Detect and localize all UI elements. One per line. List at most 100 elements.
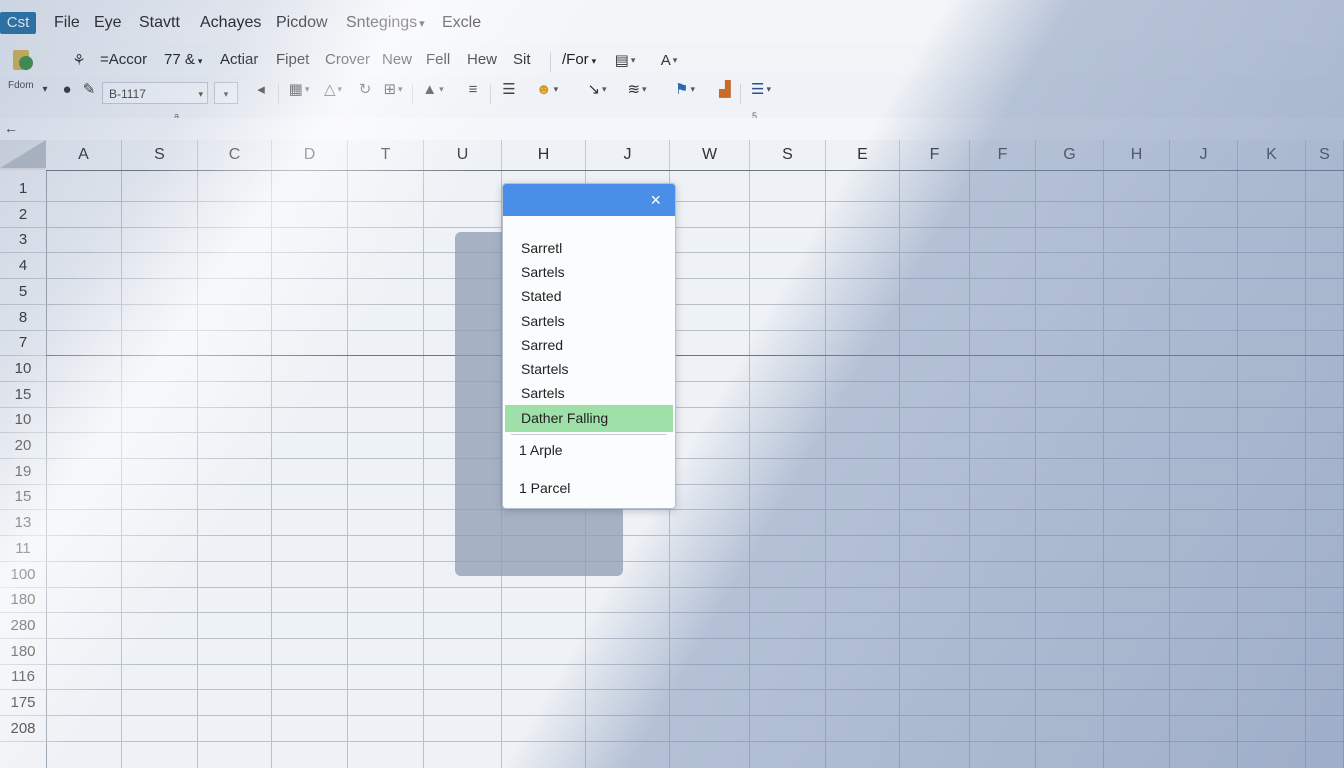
column-header[interactable]: S <box>1306 140 1344 170</box>
row-header[interactable]: 4 <box>0 253 46 279</box>
column-header[interactable]: W <box>670 140 750 170</box>
row-header[interactable]: 116 <box>0 664 46 690</box>
tb-crover[interactable]: Crover <box>325 50 370 70</box>
popup-item[interactable]: Stated <box>505 284 673 308</box>
column-header[interactable]: T <box>348 140 424 170</box>
row-header[interactable]: 20 <box>0 433 46 459</box>
fill-color-icon[interactable]: △ ▾ <box>320 78 346 100</box>
row-header[interactable]: 100 <box>0 562 46 588</box>
grid-line <box>197 170 198 768</box>
format-table-icon[interactable]: ▤ ▾ <box>612 49 638 71</box>
menu-excle[interactable]: Excle <box>442 12 481 34</box>
tb-fell[interactable]: Fell <box>426 50 450 70</box>
column-header[interactable]: G <box>1036 140 1104 170</box>
tb-new[interactable]: New <box>382 50 412 70</box>
row-header[interactable]: 8 <box>0 305 46 331</box>
column-header[interactable]: S <box>750 140 826 170</box>
menu-file[interactable]: File <box>54 12 80 34</box>
undo-icon[interactable]: ◂ <box>248 78 274 100</box>
popup-item[interactable]: Sartels <box>505 260 673 284</box>
column-header[interactable]: J <box>1170 140 1238 170</box>
column-header[interactable]: H <box>1104 140 1170 170</box>
row-header[interactable]: 10 <box>0 407 46 433</box>
font-a-icon[interactable]: A ▾ <box>656 49 682 71</box>
menu-eye[interactable]: Eye <box>94 12 122 34</box>
row-header[interactable]: 3 <box>0 227 46 253</box>
app-badge[interactable]: Cst <box>0 12 36 34</box>
menu-picdow[interactable]: Picdow <box>276 12 328 34</box>
popup-item-selected[interactable]: Dather Falling <box>505 405 673 432</box>
column-header[interactable]: F <box>970 140 1036 170</box>
column-header[interactable]: F <box>900 140 970 170</box>
column-header[interactable]: C <box>198 140 272 170</box>
cell-style-icon[interactable]: ⊞ ▾ <box>380 78 406 100</box>
grid-line <box>46 561 1344 562</box>
tb-small-label: Fdom <box>8 80 34 91</box>
row-header[interactable]: 15 <box>0 382 46 408</box>
row-header[interactable]: 15 <box>0 484 46 510</box>
grid-line <box>46 381 1344 382</box>
cell-grid[interactable] <box>46 170 1344 768</box>
menu-stavtt[interactable]: Stavtt <box>139 12 180 34</box>
column-header[interactable]: D <box>272 140 348 170</box>
select-all-corner[interactable] <box>0 140 46 170</box>
tb-77[interactable]: 77 & ▾ <box>164 50 202 71</box>
row-header[interactable]: 180 <box>0 639 46 665</box>
row-header[interactable]: 208 <box>0 716 46 742</box>
tb-for[interactable]: /For ▾ <box>562 50 596 71</box>
menu-achayes[interactable]: Achayes <box>200 12 261 34</box>
chevron-down-icon[interactable]: ▾ <box>214 82 238 104</box>
filter-icon[interactable]: ≡ <box>460 78 486 100</box>
tb-actiar[interactable]: Actiar <box>220 50 258 70</box>
row-header[interactable]: 175 <box>0 690 46 716</box>
row-header[interactable]: 5 <box>0 279 46 305</box>
border-icon[interactable]: ▦ ▾ <box>286 78 312 100</box>
file-icon[interactable] <box>12 48 34 72</box>
column-header[interactable]: H <box>502 140 586 170</box>
popup-item[interactable]: Sartels <box>505 381 673 405</box>
flag-icon[interactable]: ⚑ ▾ <box>672 78 698 100</box>
row-header[interactable]: 7 <box>0 330 46 356</box>
row-header[interactable]: 2 <box>0 202 46 228</box>
popup-item[interactable]: Sartels <box>505 309 673 333</box>
row-header[interactable]: 180 <box>0 587 46 613</box>
redo-icon[interactable]: ↻ <box>352 78 378 100</box>
person-icon[interactable]: ☻ ▾ <box>534 78 560 100</box>
column-header[interactable]: S <box>122 140 198 170</box>
row-header[interactable]: 280 <box>0 613 46 639</box>
column-header[interactable]: K <box>1238 140 1306 170</box>
column-header[interactable]: U <box>424 140 502 170</box>
row-header[interactable]: 11 <box>0 536 46 562</box>
menu-sntegings[interactable]: Sntegings ▾ <box>346 12 425 35</box>
grid-line <box>46 715 1344 716</box>
pen-icon[interactable]: ✎ <box>76 78 102 100</box>
tb-accor[interactable]: =Accor <box>100 50 147 70</box>
grid-line <box>1305 170 1306 768</box>
back-arrow-icon[interactable]: ← <box>4 120 18 136</box>
name-box[interactable]: B-1117 ▾ <box>102 82 208 104</box>
popup-extra-item[interactable]: 1 Parcel <box>505 476 673 500</box>
separator <box>550 52 551 72</box>
chart-icon[interactable]: ▟ <box>712 78 738 100</box>
tb-hew[interactable]: Hew <box>467 50 497 70</box>
wand-icon[interactable]: ⚘ <box>66 49 92 71</box>
popup-item[interactable]: Sarretl <box>505 236 673 260</box>
list-icon[interactable]: ☰ <box>496 78 522 100</box>
close-icon[interactable]: × <box>650 188 661 212</box>
column-header[interactable]: E <box>826 140 900 170</box>
sort-icon[interactable]: ↘ ▾ <box>584 78 610 100</box>
row-header[interactable]: 10 <box>0 356 46 382</box>
row-header[interactable]: 1 <box>0 176 46 202</box>
tb-sit[interactable]: Sit <box>513 50 531 70</box>
popup-item[interactable]: Startels <box>505 357 673 381</box>
row-header[interactable]: 13 <box>0 510 46 536</box>
wave-icon[interactable]: ≋ ▾ <box>624 78 650 100</box>
align-icon[interactable]: ☰ ▾ <box>748 78 774 100</box>
triangle-icon[interactable]: ▲ ▾ <box>420 78 446 100</box>
row-header[interactable]: 19 <box>0 459 46 485</box>
popup-item[interactable]: Sarred <box>505 333 673 357</box>
column-header[interactable]: A <box>46 140 122 170</box>
column-header[interactable]: J <box>586 140 670 170</box>
popup-extra-item[interactable]: 1 Arple <box>505 438 673 462</box>
tb-fipet[interactable]: Fipet <box>276 50 309 70</box>
